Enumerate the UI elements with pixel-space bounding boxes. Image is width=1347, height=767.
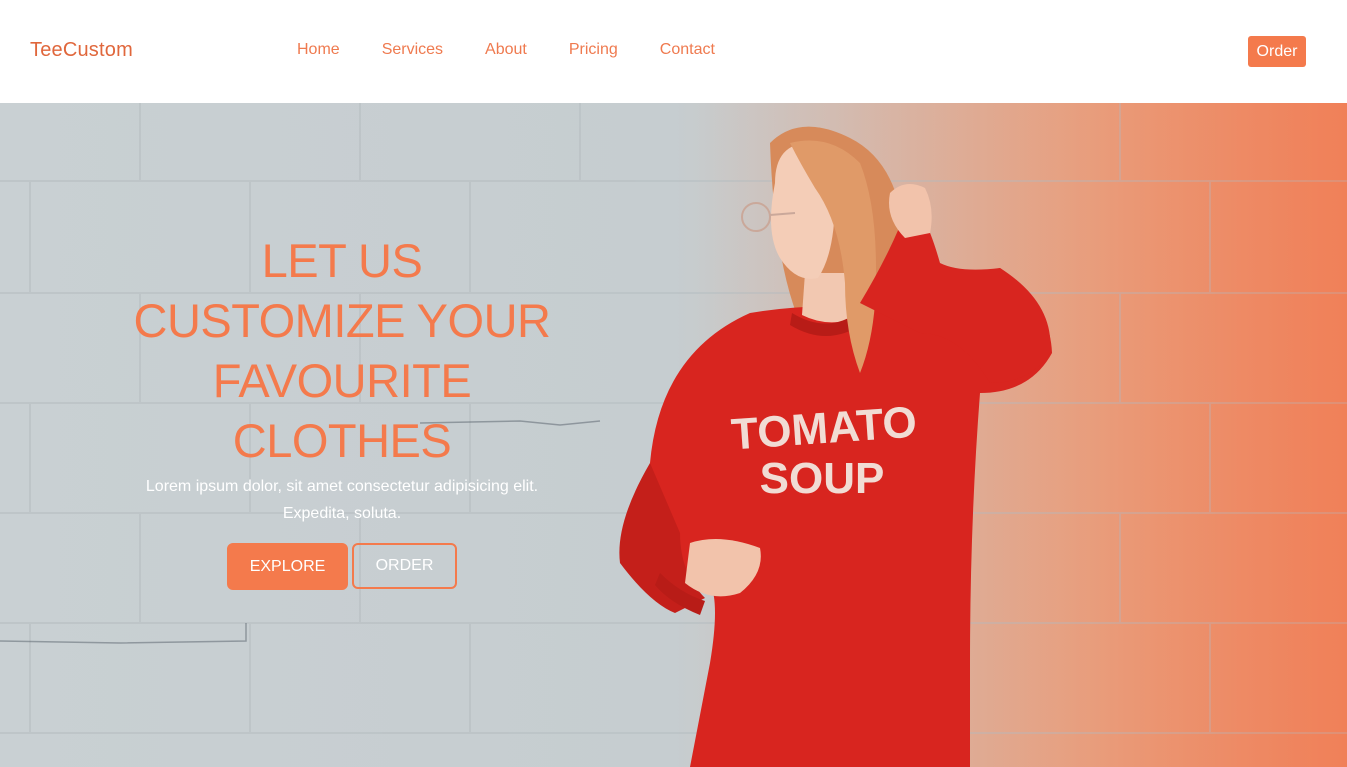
hero-title-line: CUSTOMIZE YOUR — [133, 294, 551, 347]
shirt-text-soup: SOUP — [760, 454, 885, 503]
hero-copy: LET US CUSTOMIZE YOUR FAVOURITE CLOTHES … — [112, 231, 572, 590]
hero-title-line: FAVOURITE — [212, 354, 472, 407]
hero-subtitle: Lorem ipsum dolor, sit amet consectetur … — [145, 478, 539, 522]
navbar: TeeCustom Home Services About Pricing Co… — [0, 0, 1347, 103]
order-button[interactable]: ORDER — [352, 543, 457, 589]
nav-order-button[interactable]: Order — [1248, 36, 1306, 67]
nav-link-services[interactable]: Services — [361, 41, 464, 59]
model-in-red-sweater-image: TOMATO SOUP — [619, 126, 1052, 767]
nav-link-home[interactable]: Home — [276, 41, 361, 59]
nav-links: Home Services About Pricing Contact — [276, 41, 736, 59]
hero-title-line: CLOTHES — [232, 414, 452, 467]
hero-title-line: LET US — [261, 234, 423, 287]
brand-logo[interactable]: TeeCustom — [30, 39, 133, 62]
hero-buttons: EXPLORE ORDER — [112, 543, 572, 590]
hero-title: LET US CUSTOMIZE YOUR FAVOURITE CLOTHES — [112, 231, 572, 471]
nav-link-pricing[interactable]: Pricing — [548, 41, 639, 59]
explore-button[interactable]: EXPLORE — [227, 543, 348, 590]
nav-link-contact[interactable]: Contact — [639, 41, 736, 59]
hero-section: TOMATO SOUP LET US CUSTOMIZE YOUR FAVOUR… — [0, 103, 1347, 767]
nav-link-about[interactable]: About — [464, 41, 548, 59]
